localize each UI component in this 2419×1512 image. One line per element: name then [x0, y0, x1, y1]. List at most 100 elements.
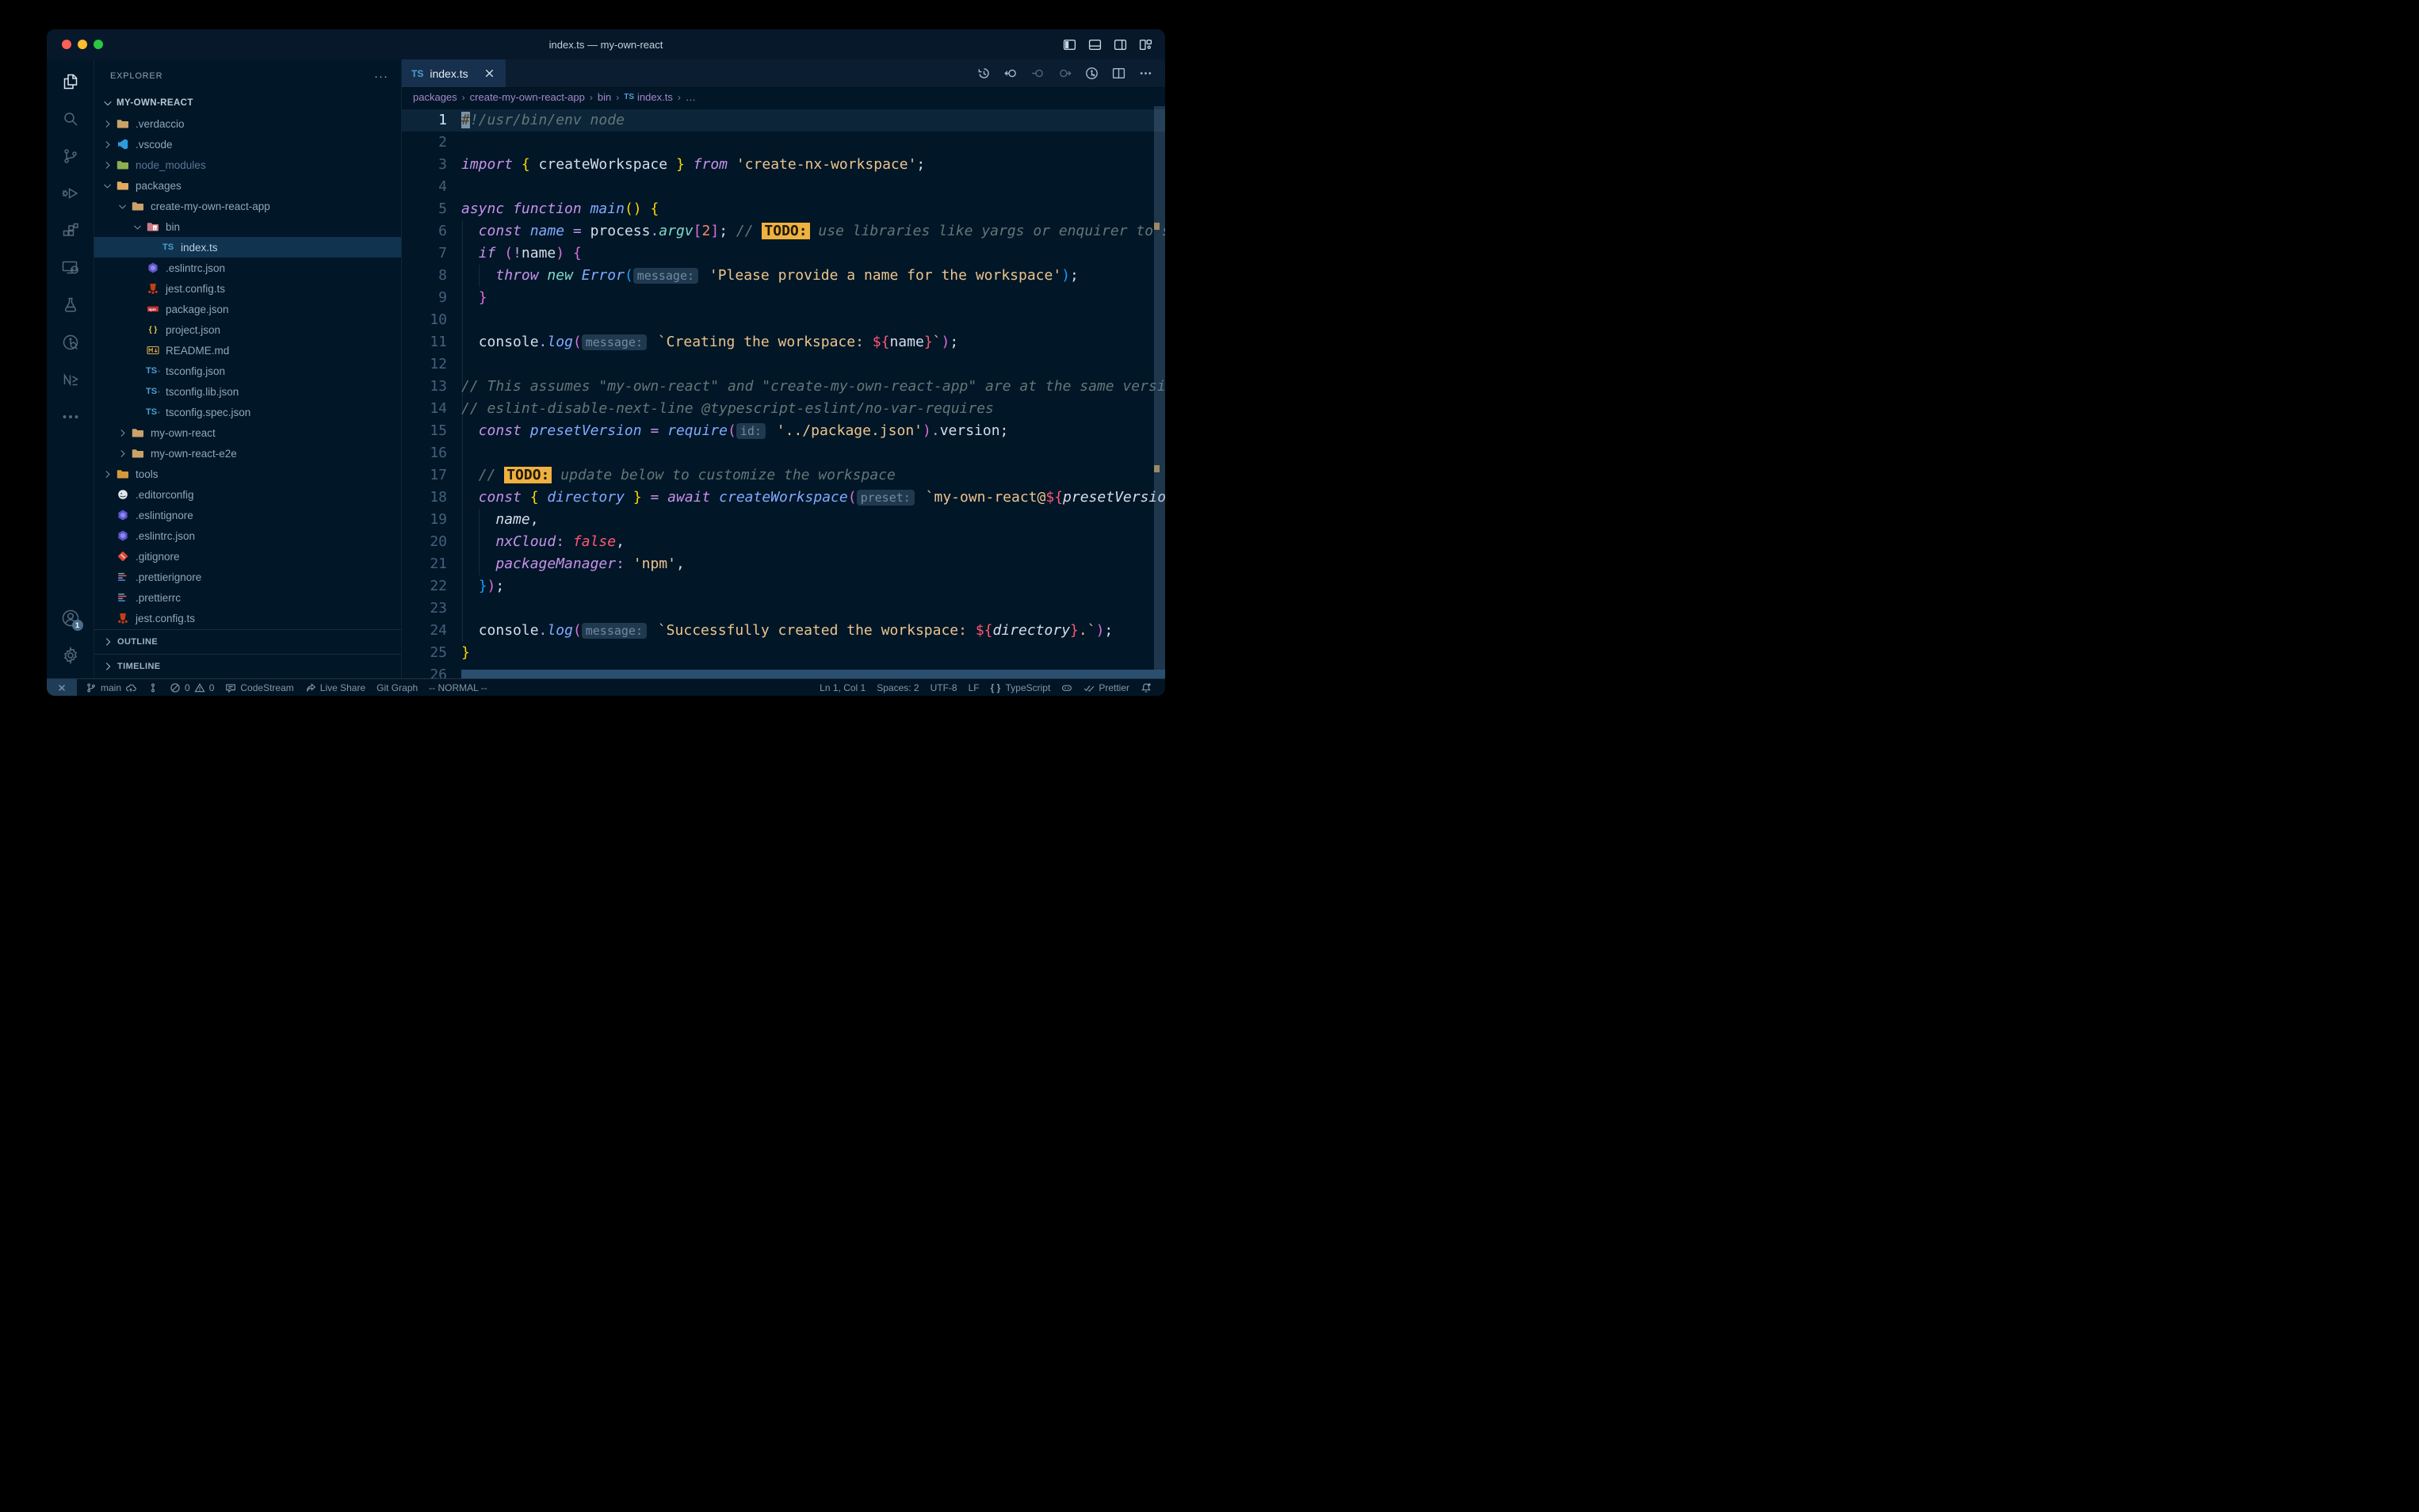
timeline-button[interactable]	[977, 67, 991, 80]
breadcrumb-item-bin[interactable]: bin	[598, 91, 611, 103]
status-remote-indicator[interactable]	[47, 679, 77, 696]
line-number: 22	[402, 575, 447, 598]
tree-item-.eslintignore[interactable]: .eslintignore	[94, 505, 401, 525]
activity-item-explorer[interactable]	[52, 63, 90, 100]
tree-item-bin[interactable]: 01bin	[94, 216, 401, 237]
status-problems[interactable]: 00	[164, 679, 220, 696]
tree-item-.gitignore[interactable]: .gitignore	[94, 546, 401, 567]
breadcrumb-item-packages[interactable]: packages	[413, 91, 457, 103]
tree-item-label: .vscode	[136, 139, 173, 151]
tree-item-.editorconfig[interactable]: .editorconfig	[94, 484, 401, 505]
tree-item-README.md[interactable]: README.md	[94, 340, 401, 361]
code-token: use libraries like yargs or enquirer to …	[810, 223, 1165, 239]
tree-item-project.json[interactable]: { }project.json	[94, 319, 401, 340]
tree-item-packages[interactable]: packages	[94, 175, 401, 196]
tree-item-create-my-own-react-app[interactable]: create-my-own-react-app	[94, 196, 401, 216]
code-token: argv	[659, 223, 693, 239]
tree-item-label: .prettierignore	[136, 571, 201, 583]
close-tab-icon[interactable]	[483, 67, 496, 80]
code-token: name	[495, 511, 529, 528]
code-token: process	[590, 223, 651, 239]
activity-item-extensions[interactable]	[52, 212, 90, 249]
breadcrumb-item-index.ts[interactable]: TSindex.ts	[624, 91, 673, 103]
status-text: 0	[185, 682, 190, 693]
status-notifications[interactable]	[1135, 679, 1157, 696]
previous-change-button[interactable]	[1031, 67, 1045, 80]
status-copilot[interactable]	[1056, 679, 1078, 696]
more-actions-button[interactable]	[1139, 67, 1152, 80]
breadcrumb-item-create-my-own-react-app[interactable]: create-my-own-react-app	[470, 91, 585, 103]
vertical-scrollbar[interactable]	[1154, 106, 1165, 670]
indent-guide	[462, 220, 463, 642]
tree-item-package.json[interactable]: npmpackage.json	[94, 299, 401, 319]
status-indentation[interactable]: Spaces: 2	[871, 679, 924, 696]
tree-item-.prettierignore[interactable]: .prettierignore	[94, 567, 401, 587]
code-text: });	[447, 575, 504, 598]
activity-item-testing[interactable]	[52, 286, 90, 323]
activity-item-gitlens[interactable]	[52, 323, 90, 361]
tree-item-.eslintrc.json[interactable]: .eslintrc.json	[94, 525, 401, 546]
status-prettier[interactable]: Prettier	[1078, 679, 1135, 696]
code-token	[642, 200, 651, 217]
section-timeline[interactable]: TIMELINE	[94, 654, 401, 678]
code-token	[461, 489, 479, 506]
activity-item-more-views[interactable]	[52, 398, 90, 435]
status-git-graph[interactable]: Git Graph	[371, 679, 423, 696]
code-token: .	[539, 334, 548, 350]
tree-item-tools[interactable]: tools	[94, 464, 401, 484]
horizontal-scrollbar[interactable]	[461, 670, 1165, 678]
status-git-commit[interactable]	[142, 679, 164, 696]
status-language-mode[interactable]: { }TypeScript	[985, 679, 1057, 696]
activity-item-nx-console[interactable]	[52, 361, 90, 398]
inlay-hint: id:	[736, 423, 766, 439]
tree-item-my-own-react-e2e[interactable]: my-own-react-e2e	[94, 443, 401, 464]
split-editor-button[interactable]	[1112, 67, 1125, 80]
tree-item-jest.config.ts[interactable]: jest.config.ts	[94, 608, 401, 628]
status-eol[interactable]: LF	[963, 679, 985, 696]
toggle-secondary-sidebar-button[interactable]	[1114, 38, 1127, 52]
status-encoding[interactable]: UTF-8	[925, 679, 963, 696]
sidebar-more-actions-button[interactable]: ···	[374, 70, 388, 83]
section-outline[interactable]: OUTLINE	[94, 629, 401, 654]
tree-item-jest.config.ts[interactable]: jest.config.ts	[94, 278, 401, 299]
chevron-spacer	[102, 551, 116, 562]
status-vim-mode[interactable]: -- NORMAL --	[423, 679, 493, 696]
scm-icon	[61, 147, 80, 166]
open-changes-button[interactable]	[1004, 67, 1018, 80]
status-cursor-position[interactable]: Ln 1, Col 1	[814, 679, 871, 696]
status-live-share[interactable]: Live Share	[300, 679, 371, 696]
tree-item-index.ts[interactable]: TSindex.ts	[94, 237, 401, 258]
activity-item-accounts[interactable]: 1	[52, 599, 90, 636]
breadcrumb-item-…[interactable]: …	[686, 91, 696, 103]
tree-item-tsconfig.json[interactable]: TStsconfig.json	[94, 361, 401, 381]
code-token: console	[479, 622, 539, 639]
tree-item-.prettierrc[interactable]: .prettierrc	[94, 587, 401, 608]
tree-item-.eslintrc.json[interactable]: .eslintrc.json	[94, 258, 401, 278]
gear-icon	[61, 646, 80, 665]
next-change-button[interactable]	[1058, 67, 1072, 80]
ts-file-icon: TS	[161, 241, 175, 254]
code-token: }	[633, 489, 642, 506]
code-editor[interactable]: 1#!/usr/bin/env node23import { createWor…	[402, 106, 1165, 678]
tree-item-.vscode[interactable]: .vscode	[94, 134, 401, 155]
tab-index-ts[interactable]: TS index.ts	[402, 59, 506, 87]
tree-item-tsconfig.spec.json[interactable]: TStsconfig.spec.json	[94, 402, 401, 422]
activity-item-source-control[interactable]	[52, 137, 90, 174]
activity-item-search[interactable]	[52, 100, 90, 137]
tree-item-.verdaccio[interactable]: .verdaccio	[94, 113, 401, 134]
status-codestream[interactable]: CodeStream	[220, 679, 299, 696]
activity-item-run-debug[interactable]	[52, 174, 90, 212]
status-git-branch[interactable]: main	[80, 679, 142, 696]
toggle-panel-button[interactable]	[1088, 38, 1102, 52]
customize-layout-button[interactable]	[1139, 38, 1152, 52]
tab-label: index.ts	[430, 67, 468, 80]
toggle-primary-sidebar-button[interactable]	[1063, 38, 1076, 52]
tree-item-tsconfig.lib.json[interactable]: TStsconfig.lib.json	[94, 381, 401, 402]
tree-root-folder[interactable]: MY-OWN-REACT	[94, 93, 401, 113]
code-token: name	[889, 334, 923, 350]
tree-item-node_modules[interactable]: node_modules	[94, 155, 401, 175]
commit-graph-button[interactable]	[1085, 67, 1099, 80]
tree-item-my-own-react[interactable]: my-own-react	[94, 422, 401, 443]
activity-item-remote-explorer[interactable]	[52, 249, 90, 286]
activity-item-settings[interactable]	[52, 636, 90, 674]
